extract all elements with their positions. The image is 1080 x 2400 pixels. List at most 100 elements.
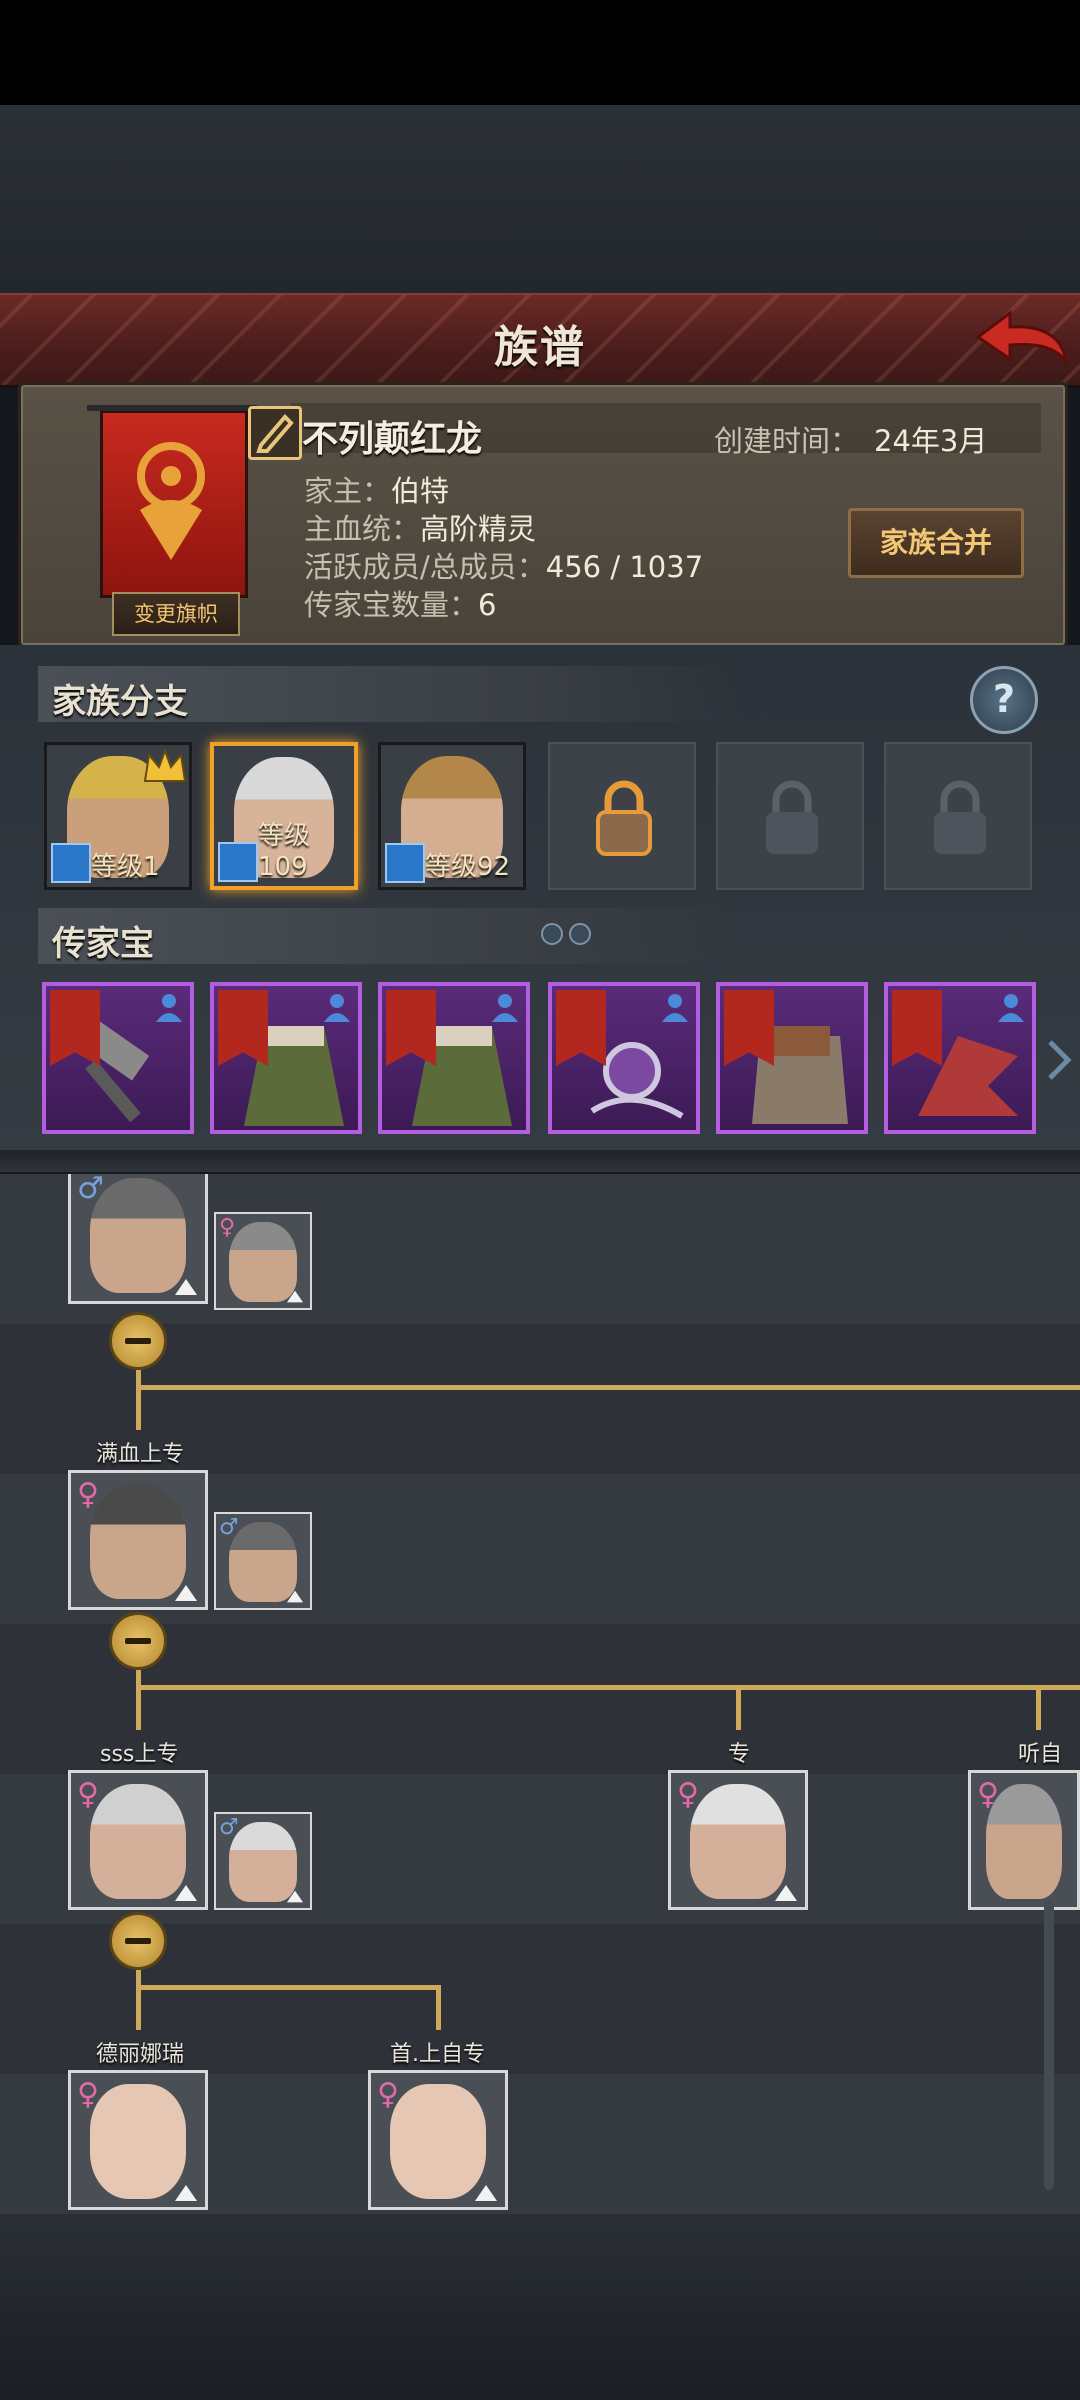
heirloom-count-row: 传家宝数量：6 bbox=[304, 582, 496, 624]
back-button[interactable] bbox=[970, 307, 1070, 373]
female-icon: ♀ bbox=[219, 1215, 236, 1240]
branch-slot-2[interactable]: 等级109 bbox=[210, 742, 358, 890]
members-value: 456 / 1037 bbox=[545, 550, 704, 584]
upgrade-icon bbox=[775, 1885, 797, 1901]
bloodline-value: 高阶精灵 bbox=[420, 512, 537, 546]
minus-icon bbox=[125, 1338, 151, 1344]
member-node[interactable]: ♀ bbox=[68, 1770, 208, 1910]
member-name: 满血上专 bbox=[96, 1442, 185, 1467]
heirloom-item-2[interactable] bbox=[210, 982, 362, 1134]
user-icon bbox=[324, 994, 350, 1022]
female-icon: ♀ bbox=[377, 2077, 399, 2112]
collapse-button[interactable] bbox=[109, 1612, 167, 1670]
branch-slot-locked[interactable] bbox=[716, 742, 864, 890]
branch-level: 等级1 bbox=[91, 852, 160, 882]
clan-name: 不列颠红龙 bbox=[302, 419, 483, 460]
member-node[interactable]: ♀ bbox=[668, 1770, 808, 1910]
back-arrow-icon bbox=[975, 310, 1069, 366]
upgrade-icon bbox=[175, 2185, 197, 2201]
spouse-node[interactable]: ♂ bbox=[214, 1512, 312, 1610]
male-icon: ♂ bbox=[219, 1515, 239, 1540]
member-node[interactable]: ♂ bbox=[68, 1174, 208, 1304]
title-bar: 族谱 bbox=[0, 293, 1080, 388]
member-name: 首.上自专 bbox=[390, 2042, 485, 2067]
help-icon: ? bbox=[992, 677, 1016, 721]
collapse-button[interactable] bbox=[109, 1312, 167, 1370]
upgrade-icon bbox=[175, 1585, 197, 1601]
upgrade-icon bbox=[175, 1885, 197, 1901]
leader-label: 家主： bbox=[304, 474, 392, 508]
heirloom-item-4[interactable] bbox=[548, 982, 700, 1134]
female-icon: ♀ bbox=[77, 1477, 99, 1512]
user-icon bbox=[662, 994, 688, 1022]
branch-slot-3[interactable]: 等级92 bbox=[378, 742, 526, 890]
branch-slot-1[interactable]: 等级1 bbox=[44, 742, 192, 890]
bottom-background bbox=[0, 2214, 1080, 2400]
branch-slot-unlockable[interactable] bbox=[548, 742, 696, 890]
female-icon: ♀ bbox=[977, 1777, 999, 1812]
clan-emblem-icon bbox=[137, 442, 205, 560]
clan-merge-button[interactable]: 家族合并 bbox=[848, 508, 1024, 578]
clan-banner[interactable] bbox=[87, 405, 257, 598]
help-button[interactable]: ? bbox=[970, 666, 1038, 734]
heirloom-item-1[interactable] bbox=[42, 982, 194, 1134]
member-name: 听自 bbox=[1018, 1742, 1063, 1767]
user-icon bbox=[492, 994, 518, 1022]
heirloom-count-label: 传家宝数量： bbox=[304, 588, 479, 622]
lock-open-icon bbox=[596, 780, 652, 856]
collapse-button[interactable] bbox=[109, 1912, 167, 1970]
sword-icon bbox=[385, 843, 425, 883]
members-label: 活跃成员/总成员： bbox=[304, 550, 546, 584]
heirlooms-title: 传家宝 bbox=[52, 924, 154, 964]
member-node[interactable]: ♀ bbox=[968, 1770, 1080, 1910]
branch-slot-locked[interactable] bbox=[884, 742, 1032, 890]
user-icon bbox=[998, 994, 1024, 1022]
sword-icon bbox=[218, 842, 258, 882]
lock-icon bbox=[934, 780, 986, 854]
section-divider bbox=[0, 1150, 1080, 1175]
edit-name-icon[interactable] bbox=[248, 406, 302, 460]
upgrade-icon bbox=[286, 1290, 304, 1303]
family-tree[interactable]: ♂ ♀ 满血上专 ♀ ♂ sss上专 ♀ ♂ 专 ♀ 听自 ♀ 德丽娜瑞 ♀ 首… bbox=[0, 1174, 1080, 2214]
next-page-arrow-icon[interactable] bbox=[1046, 1038, 1072, 1082]
leader-row: 家主：伯特 bbox=[304, 468, 449, 510]
member-node[interactable]: ♀ bbox=[68, 2070, 208, 2210]
upgrade-icon bbox=[475, 2185, 497, 2201]
spouse-node[interactable]: ♂ bbox=[214, 1812, 312, 1910]
change-banner-button[interactable]: 变更旗帜 bbox=[112, 592, 240, 636]
status-bar-area bbox=[0, 0, 1080, 105]
female-icon: ♀ bbox=[77, 2077, 99, 2112]
spouse-node[interactable]: ♀ bbox=[214, 1212, 312, 1310]
leader-value: 伯特 bbox=[391, 474, 450, 508]
user-icon bbox=[156, 994, 182, 1022]
heirlooms-section-header: 传家宝 bbox=[38, 908, 738, 964]
branches-section-header: 家族分支 bbox=[38, 666, 738, 722]
bloodline-row: 主血统：高阶精灵 bbox=[304, 506, 536, 548]
member-node[interactable]: ♀ bbox=[368, 2070, 508, 2210]
bloodline-label: 主血统： bbox=[304, 512, 421, 546]
male-icon: ♂ bbox=[219, 1815, 239, 1840]
heirloom-item-5[interactable] bbox=[716, 982, 868, 1134]
member-name: 专 bbox=[728, 1742, 751, 1767]
branch-level: 等级92 bbox=[425, 852, 511, 882]
top-background bbox=[0, 105, 1080, 295]
male-icon: ♂ bbox=[77, 1174, 104, 1206]
created-time-value: 24年3月 bbox=[874, 424, 988, 458]
heirloom-item-6[interactable] bbox=[884, 982, 1036, 1134]
female-icon: ♀ bbox=[677, 1777, 699, 1812]
members-row: 活跃成员/总成员：456 / 1037 bbox=[304, 544, 703, 586]
sword-icon bbox=[51, 843, 91, 883]
member-name: 德丽娜瑞 bbox=[96, 2042, 185, 2067]
heirloom-item-3[interactable] bbox=[378, 982, 530, 1134]
heirloom-count-value: 6 bbox=[478, 588, 497, 622]
member-name: sss上专 bbox=[100, 1742, 179, 1767]
upgrade-icon bbox=[286, 1590, 304, 1603]
minus-icon bbox=[125, 1638, 151, 1644]
crown-icon bbox=[143, 749, 187, 782]
member-node[interactable]: ♀ bbox=[68, 1470, 208, 1610]
tree-scrollbar[interactable] bbox=[1044, 1900, 1054, 2190]
page-title: 族谱 bbox=[494, 322, 586, 373]
branches-title: 家族分支 bbox=[52, 682, 188, 722]
female-icon: ♀ bbox=[77, 1777, 99, 1812]
lock-icon bbox=[766, 780, 818, 854]
